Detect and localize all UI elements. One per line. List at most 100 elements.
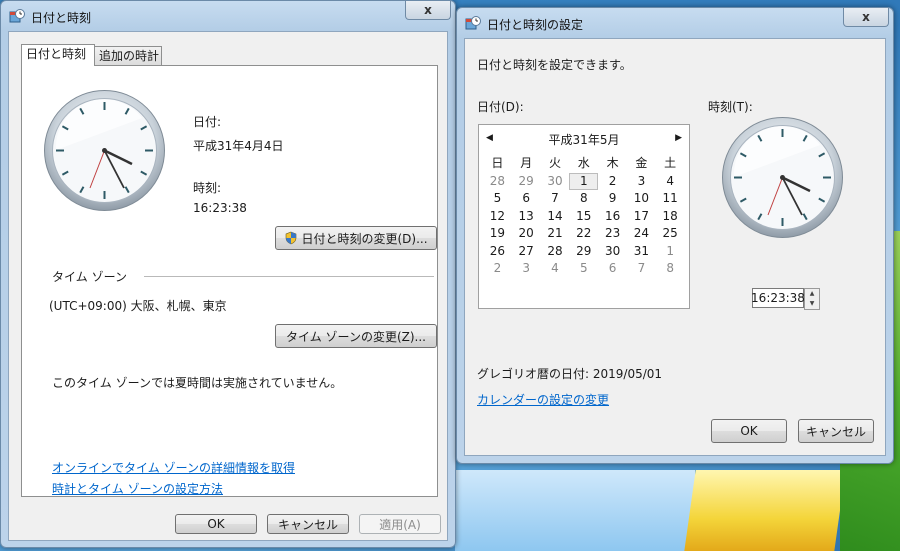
calendar-month-title[interactable]: 平成31年5月 — [479, 131, 689, 147]
calendar-day[interactable]: 3 — [512, 260, 541, 278]
window-title: 日付と時刻 — [31, 11, 92, 25]
change-timezone-button[interactable]: タイム ゾーンの変更(Z)... — [275, 324, 437, 348]
time-input-value: 16:23:38 — [751, 291, 805, 305]
calendar[interactable]: ◀ 平成31年5月 ▶ 日月火水木金土 28 29 30 1 2 3 4 5 6 7 8 9 10 11 12… — [478, 124, 690, 309]
calendar-day[interactable]: 17 — [627, 208, 656, 226]
calendar-day[interactable]: 5 — [569, 260, 598, 278]
dst-message: このタイム ゾーンでは夏時間は実施されていません。 — [52, 376, 343, 390]
dialog-client-area: 日付と時刻を設定できます。 日付(D): 時刻(T): ◀ 平成31年5月 ▶ … — [464, 38, 886, 456]
calendar-day[interactable]: 22 — [569, 225, 598, 243]
next-month-icon[interactable]: ▶ — [675, 133, 682, 143]
calendar-day[interactable]: 12 — [483, 208, 512, 226]
calendar-week-row: 19 20 21 22 23 24 25 — [483, 225, 685, 243]
close-button[interactable]: x — [843, 8, 889, 27]
calendar-day[interactable]: 2 — [598, 173, 627, 191]
button-label: タイム ゾーンの変更(Z)... — [285, 329, 426, 344]
calendar-day[interactable]: 8 — [569, 190, 598, 208]
cancel-button[interactable]: キャンセル — [798, 419, 874, 443]
button-label: 日付と時刻の変更(D)... — [301, 231, 428, 246]
weekday-header: 月 — [520, 156, 533, 170]
calendar-day[interactable]: 28 — [541, 243, 570, 261]
calendar-day[interactable]: 4 — [541, 260, 570, 278]
time-label: 時刻: — [193, 181, 222, 195]
titlebar[interactable]: 日付と時刻の設定 x — [457, 8, 893, 38]
calendar-day[interactable]: 3 — [627, 173, 656, 191]
dialog-client-area: 日付と時刻 追加の時計 日付: 平成31年4月4日 時刻: 16:23:38 日… — [8, 31, 448, 541]
weekday-header: 土 — [664, 156, 677, 170]
calendar-day[interactable]: 28 — [483, 173, 512, 191]
calendar-day[interactable]: 6 — [598, 260, 627, 278]
tab-date-time[interactable]: 日付と時刻 — [21, 44, 95, 66]
calendar-day[interactable]: 8 — [656, 260, 685, 278]
calendar-day[interactable]: 7 — [627, 260, 656, 278]
titlebar[interactable]: 日付と時刻 x — [1, 1, 455, 31]
apply-button[interactable]: 適用(A) — [359, 514, 441, 534]
weekday-header: 水 — [577, 156, 590, 170]
button-label: キャンセル — [277, 517, 338, 532]
calendar-day[interactable]: 21 — [541, 225, 570, 243]
date-label: 日付: — [193, 115, 222, 129]
calendar-day[interactable]: 20 — [512, 225, 541, 243]
weekday-header: 火 — [548, 156, 561, 170]
calendar-day[interactable]: 23 — [598, 225, 627, 243]
timezone-value: (UTC+09:00) 大阪、札幌、東京 — [49, 299, 227, 313]
datetime-settings-dialog: 日付と時刻の設定 x 日付と時刻を設定できます。 日付(D): 時刻(T): ◀… — [456, 7, 894, 464]
link-calendar-settings[interactable]: カレンダーの設定の変更 — [477, 391, 609, 408]
calendar-day-selected[interactable]: 1 — [569, 172, 599, 190]
weekday-header-row: 日月火水木金土 — [483, 155, 685, 173]
change-datetime-button[interactable]: 日付と時刻の変更(D)... — [275, 226, 437, 250]
calendar-day[interactable]: 27 — [512, 243, 541, 261]
analog-clock-icon — [722, 117, 843, 238]
weekday-header: 木 — [606, 156, 619, 170]
calendar-day[interactable]: 26 — [483, 243, 512, 261]
tab-label: 追加の時計 — [99, 49, 160, 63]
close-button[interactable]: x — [405, 1, 451, 20]
calendar-week-row: 5 6 7 8 9 10 11 — [483, 190, 685, 208]
calendar-day[interactable]: 2 — [483, 260, 512, 278]
calendar-day[interactable]: 29 — [569, 243, 598, 261]
button-label: 適用(A) — [379, 517, 421, 532]
calendar-day[interactable]: 5 — [483, 190, 512, 208]
weekday-header: 日 — [491, 156, 504, 170]
spin-up-icon[interactable]: ▲ — [805, 289, 819, 299]
tab-additional-clocks[interactable]: 追加の時計 — [94, 46, 162, 65]
spin-down-icon[interactable]: ▼ — [805, 299, 819, 309]
time-spinner[interactable]: ▲ ▼ — [804, 288, 820, 310]
calendar-day[interactable]: 6 — [512, 190, 541, 208]
calendar-day[interactable]: 18 — [656, 208, 685, 226]
calendar-day[interactable]: 11 — [656, 190, 685, 208]
cancel-button[interactable]: キャンセル — [267, 514, 349, 534]
button-label: キャンセル — [805, 424, 866, 439]
link-timezone-info[interactable]: オンラインでタイム ゾーンの詳細情報を取得 — [52, 459, 295, 476]
calendar-day[interactable]: 4 — [656, 173, 685, 191]
calendar-day[interactable]: 16 — [598, 208, 627, 226]
time-input[interactable]: 16:23:38 — [751, 288, 805, 308]
calendar-day[interactable]: 29 — [512, 173, 541, 191]
calendar-day[interactable]: 19 — [483, 225, 512, 243]
calendar-day[interactable]: 30 — [541, 173, 570, 191]
date-label: 日付(D): — [477, 100, 524, 114]
calendar-week-row: 28 29 30 1 2 3 4 — [483, 172, 685, 191]
calendar-day[interactable]: 10 — [627, 190, 656, 208]
calendar-day[interactable]: 14 — [541, 208, 570, 226]
datetime-control-panel-icon — [465, 16, 481, 30]
desktop-wallpaper-yellow — [684, 470, 846, 551]
calendar-day[interactable]: 30 — [598, 243, 627, 261]
calendar-day[interactable]: 31 — [627, 243, 656, 261]
ok-button[interactable]: OK — [175, 514, 257, 534]
uac-shield-icon — [286, 231, 297, 245]
datetime-dialog: 日付と時刻 x 日付と時刻 追加の時計 日付: 平成31年4月4日 時刻: 16… — [0, 0, 456, 548]
calendar-day[interactable]: 1 — [656, 243, 685, 261]
calendar-day[interactable]: 7 — [541, 190, 570, 208]
calendar-day[interactable]: 15 — [569, 208, 598, 226]
tab-panel: 日付: 平成31年4月4日 時刻: 16:23:38 日付と時刻の変更(D)..… — [21, 65, 438, 497]
calendar-day[interactable]: 9 — [598, 190, 627, 208]
calendar-grid: 日月火水木金土 28 29 30 1 2 3 4 5 6 7 8 9 10 11 12 13 14 15 16 17 18… — [483, 155, 685, 278]
gregorian-date-label: グレゴリオ暦の日付: 2019/05/01 — [477, 367, 663, 381]
calendar-day[interactable]: 13 — [512, 208, 541, 226]
calendar-day[interactable]: 24 — [627, 225, 656, 243]
date-value: 平成31年4月4日 — [193, 139, 284, 153]
calendar-day[interactable]: 25 — [656, 225, 685, 243]
link-clock-settings[interactable]: 時計とタイム ゾーンの設定方法 — [52, 480, 223, 497]
ok-button[interactable]: OK — [711, 419, 787, 443]
